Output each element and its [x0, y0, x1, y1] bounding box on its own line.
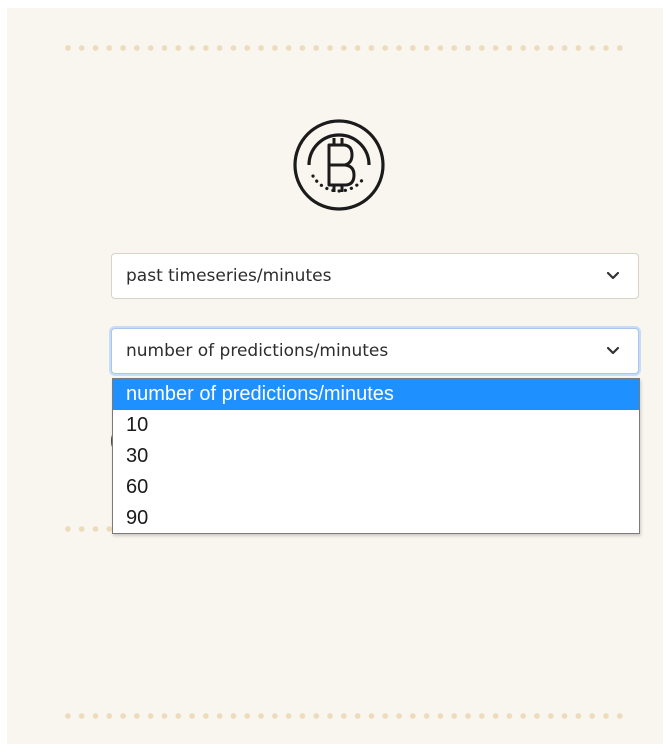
- bottom-dotted-divider: [61, 712, 626, 720]
- dropdown-option[interactable]: 30: [113, 441, 639, 472]
- predictions-select[interactable]: number of predictions/minutes: [111, 328, 639, 374]
- bitcoin-coin-icon: [293, 119, 385, 211]
- dropdown-option[interactable]: 90: [113, 503, 639, 534]
- dropdown-option[interactable]: number of predictions/minutes: [113, 379, 639, 410]
- dropdown-option[interactable]: 60: [113, 472, 639, 503]
- dropdown-option[interactable]: 10: [113, 410, 639, 441]
- predictions-dropdown-list[interactable]: number of predictions/minutes 10 30 60 9…: [112, 378, 640, 534]
- past-timeseries-select-value: past timeseries/minutes: [126, 266, 332, 286]
- chevron-down-icon: [606, 346, 620, 355]
- top-dotted-divider: [61, 44, 626, 52]
- past-timeseries-select[interactable]: past timeseries/minutes: [111, 253, 639, 299]
- chevron-down-icon: [606, 271, 620, 280]
- main-panel: past timeseries/minutes number of predic…: [7, 8, 663, 744]
- predictions-select-value: number of predictions/minutes: [126, 341, 389, 361]
